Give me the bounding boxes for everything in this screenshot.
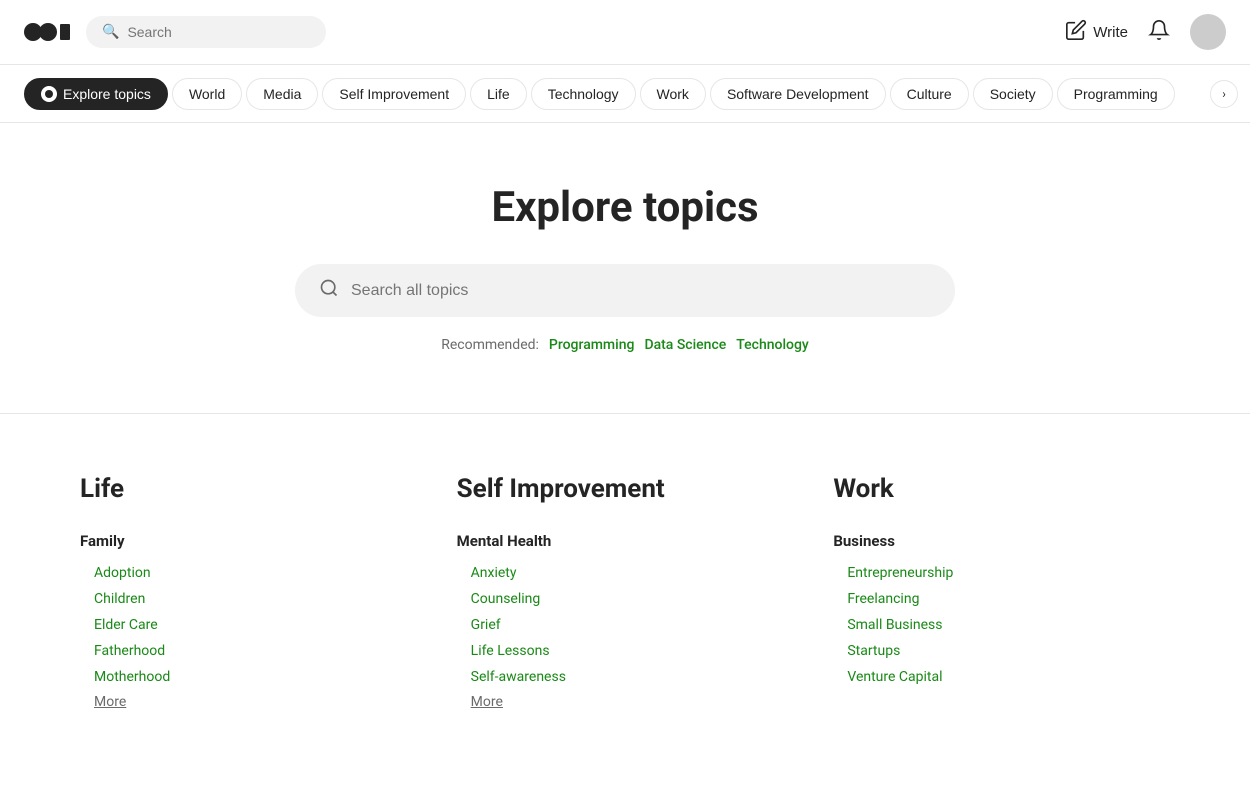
header: 🔍 Write — [0, 0, 1250, 65]
hero-search-box[interactable] — [295, 264, 955, 317]
header-right: Write — [1065, 14, 1226, 50]
topic-startups[interactable]: Startups — [833, 638, 1170, 664]
category-work: Work Business Entrepreneurship Freelanci… — [833, 474, 1170, 734]
logo[interactable] — [24, 18, 70, 46]
subcategory-mental-health-title: Mental Health — [457, 532, 794, 550]
subcategory-family-title: Family — [80, 532, 417, 550]
nav-item-software-development[interactable]: Software Development — [710, 78, 886, 110]
subcategory-mental-health: Mental Health Anxiety Counseling Grief L… — [457, 532, 794, 710]
categories-grid: Life Family Adoption Children Elder Care… — [0, 434, 1250, 794]
write-button[interactable]: Write — [1065, 19, 1128, 46]
topic-anxiety[interactable]: Anxiety — [457, 560, 794, 586]
topic-motherhood[interactable]: Motherhood — [80, 664, 417, 690]
write-label: Write — [1093, 24, 1128, 41]
topic-self-awareness[interactable]: Self-awareness — [457, 664, 794, 690]
topic-grief[interactable]: Grief — [457, 612, 794, 638]
category-life-title: Life — [80, 474, 417, 504]
topic-venture-capital[interactable]: Venture Capital — [833, 664, 1170, 690]
recommended-row: Recommended: Programming Data Science Te… — [24, 337, 1226, 353]
nav-item-technology[interactable]: Technology — [531, 78, 636, 110]
subcategory-business-title: Business — [833, 532, 1170, 550]
nav-item-society[interactable]: Society — [973, 78, 1053, 110]
topic-counseling[interactable]: Counseling — [457, 586, 794, 612]
topic-nav: Explore topics World Media Self Improvem… — [0, 65, 1250, 123]
topic-small-business[interactable]: Small Business — [833, 612, 1170, 638]
avatar[interactable] — [1190, 14, 1226, 50]
nav-item-programming[interactable]: Programming — [1057, 78, 1175, 110]
nav-item-culture[interactable]: Culture — [890, 78, 969, 110]
nav-item-world[interactable]: World — [172, 78, 242, 110]
hero-search-icon — [319, 278, 339, 303]
more-mental-health-link[interactable]: More — [457, 694, 503, 710]
topic-freelancing[interactable]: Freelancing — [833, 586, 1170, 612]
write-icon — [1065, 19, 1087, 46]
hero-title: Explore topics — [24, 183, 1226, 232]
topic-elder-care[interactable]: Elder Care — [80, 612, 417, 638]
topic-life-lessons[interactable]: Life Lessons — [457, 638, 794, 664]
nav-item-explore-topics[interactable]: Explore topics — [24, 78, 168, 110]
recommended-tag-programming[interactable]: Programming — [549, 337, 635, 353]
nav-item-work[interactable]: Work — [640, 78, 706, 110]
topic-children[interactable]: Children — [80, 586, 417, 612]
recommended-tag-technology[interactable]: Technology — [736, 337, 809, 353]
nav-item-life[interactable]: Life — [470, 78, 527, 110]
topic-fatherhood[interactable]: Fatherhood — [80, 638, 417, 664]
header-left: 🔍 — [24, 16, 326, 48]
category-self-improvement-title: Self Improvement — [457, 474, 794, 504]
explore-dot-icon — [41, 86, 57, 102]
hero-section: Explore topics Recommended: Programming … — [0, 123, 1250, 393]
notifications-icon[interactable] — [1148, 19, 1170, 46]
section-divider — [0, 413, 1250, 414]
nav-item-self-improvement[interactable]: Self Improvement — [322, 78, 466, 110]
topic-adoption[interactable]: Adoption — [80, 560, 417, 586]
search-icon: 🔍 — [102, 24, 119, 40]
category-self-improvement: Self Improvement Mental Health Anxiety C… — [457, 474, 794, 734]
header-search-box[interactable]: 🔍 — [86, 16, 326, 48]
nav-item-media[interactable]: Media — [246, 78, 318, 110]
topic-entrepreneurship[interactable]: Entrepreneurship — [833, 560, 1170, 586]
nav-arrow-button[interactable]: › — [1210, 80, 1238, 108]
subcategory-family: Family Adoption Children Elder Care Fath… — [80, 532, 417, 710]
more-family-link[interactable]: More — [80, 694, 126, 710]
header-search-input[interactable] — [127, 24, 307, 40]
recommended-tag-data-science[interactable]: Data Science — [644, 337, 726, 353]
category-work-title: Work — [833, 474, 1170, 504]
recommended-label: Recommended: — [441, 337, 539, 353]
category-life: Life Family Adoption Children Elder Care… — [80, 474, 417, 734]
subcategory-business: Business Entrepreneurship Freelancing Sm… — [833, 532, 1170, 690]
hero-search-input[interactable] — [351, 282, 931, 300]
